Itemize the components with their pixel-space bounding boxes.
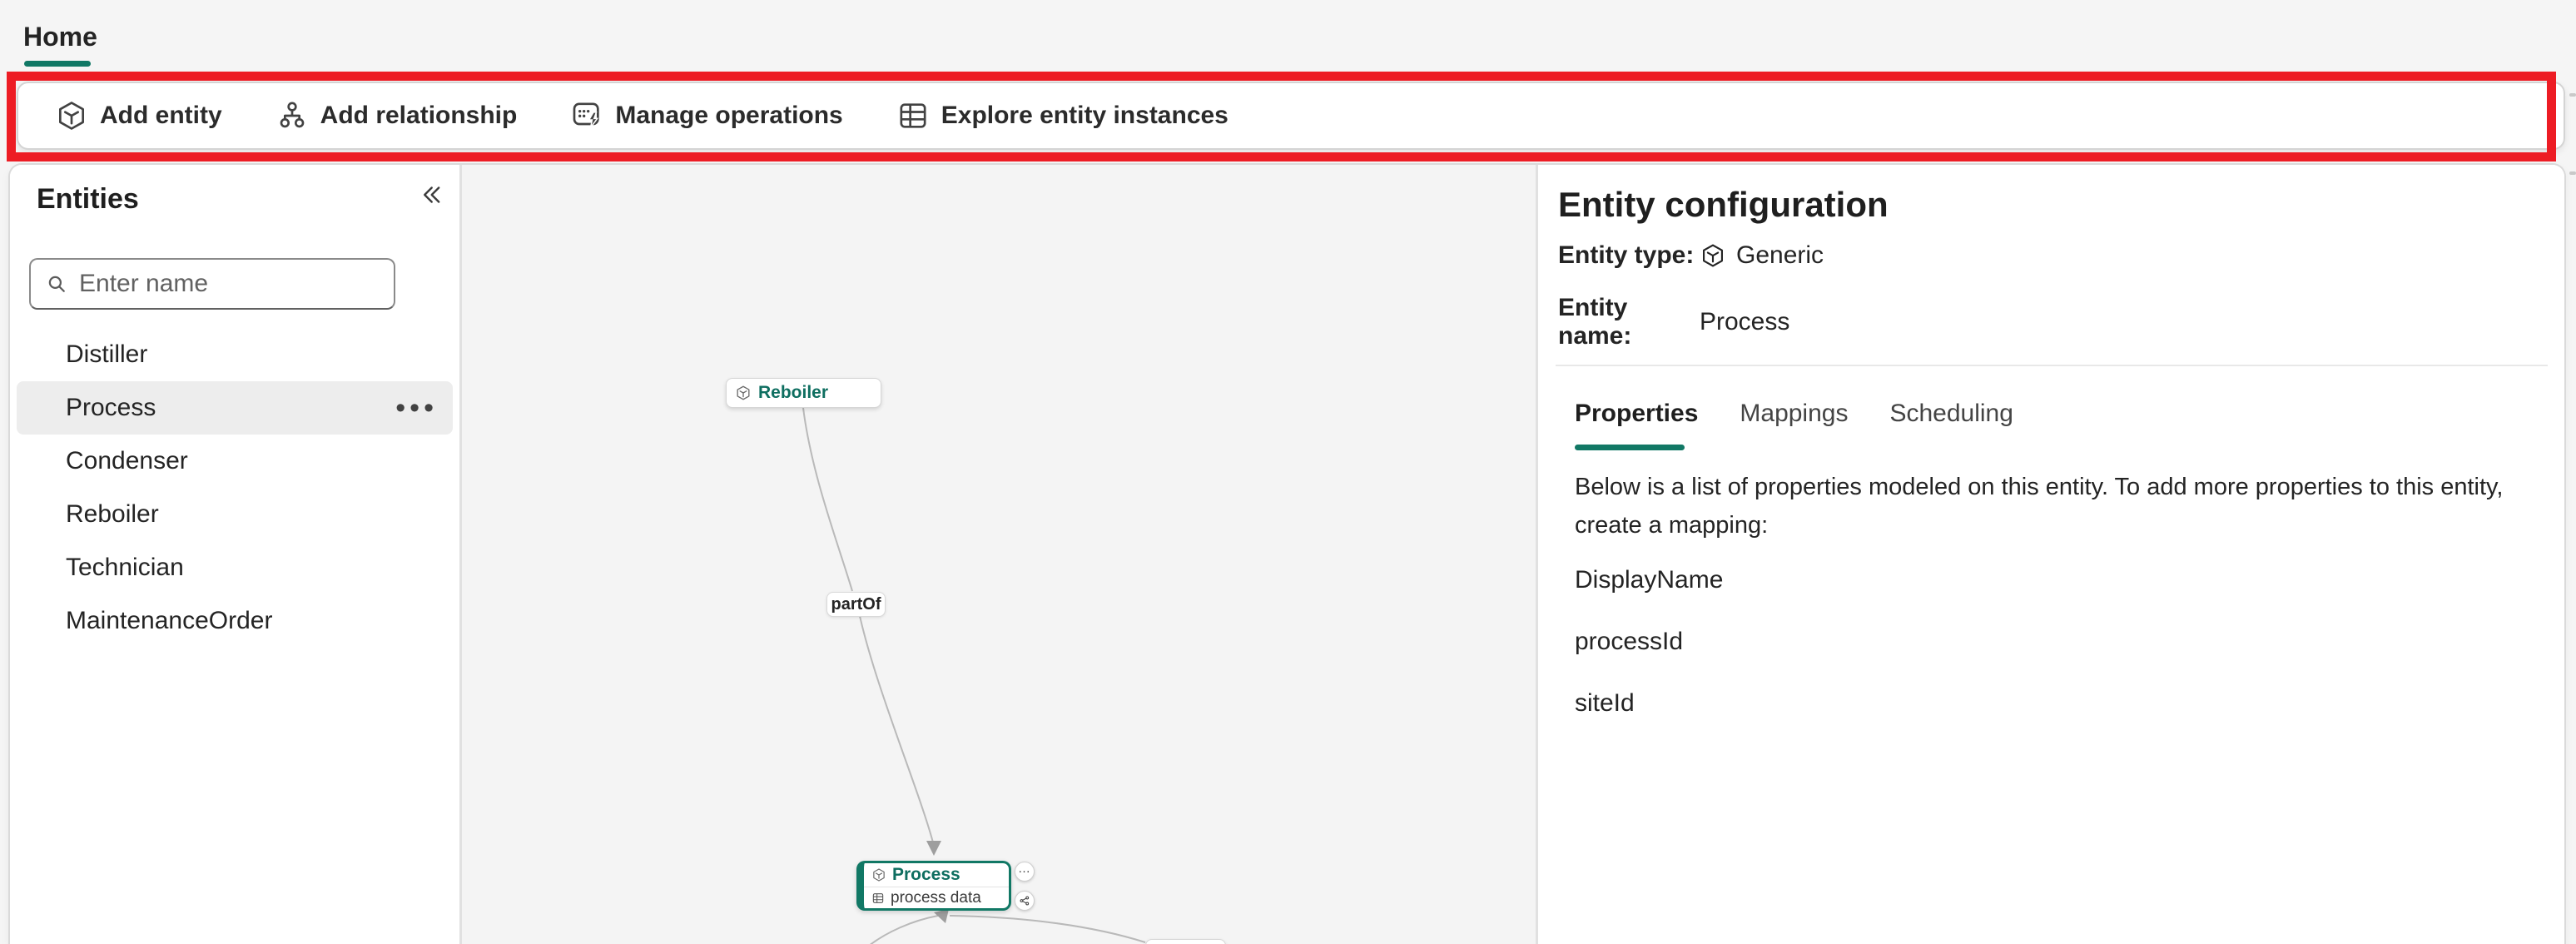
table-icon bbox=[896, 99, 930, 132]
config-section-divider bbox=[1556, 365, 2548, 366]
relationship-label-partof[interactable]: partOf bbox=[826, 592, 886, 617]
entity-search-input[interactable] bbox=[79, 270, 380, 298]
tab-mappings[interactable]: Mappings bbox=[1740, 400, 1848, 428]
explore-entity-instances-button[interactable]: Explore entity instances bbox=[895, 91, 1230, 141]
entity-name-row: Entity name: Process bbox=[1558, 294, 1789, 350]
org-chart-icon bbox=[275, 99, 309, 132]
entity-type-label: Entity type: bbox=[1558, 241, 1700, 270]
node-datasource-label: process data bbox=[891, 889, 981, 907]
graph-node-reboiler[interactable]: Reboiler bbox=[726, 378, 881, 408]
entity-configuration-panel: Entity configuration Entity type: Generi… bbox=[1538, 165, 2566, 944]
property-processid: processId bbox=[1575, 628, 1723, 656]
node-label: Process bbox=[892, 865, 960, 885]
node-more-options-button[interactable]: … bbox=[1015, 862, 1035, 882]
entities-sidebar: Entities Distiller Process ••• Condenser bbox=[10, 165, 459, 944]
entity-item-label: Distiller bbox=[66, 340, 147, 369]
tab-scheduling[interactable]: Scheduling bbox=[1889, 400, 2013, 428]
entity-item-label: MaintenanceOrder bbox=[66, 607, 272, 635]
entity-list-item-reboiler[interactable]: Reboiler bbox=[17, 488, 453, 541]
scrollbar-tick bbox=[2569, 171, 2576, 175]
entity-name-label: Entity name: bbox=[1558, 294, 1700, 350]
cube-icon bbox=[735, 385, 752, 401]
entity-type-text: Generic bbox=[1736, 241, 1824, 270]
share-graph-icon bbox=[1018, 894, 1031, 907]
chevron-double-left-icon bbox=[417, 181, 445, 209]
node-relationships-button[interactable] bbox=[1015, 891, 1035, 911]
main-content-card: Entities Distiller Process ••• Condenser bbox=[8, 163, 2566, 944]
entity-list-item-distiller[interactable]: Distiller bbox=[17, 328, 453, 381]
config-panel-title: Entity configuration bbox=[1558, 185, 1889, 225]
add-entity-button[interactable]: Add entity bbox=[53, 91, 224, 141]
properties-description: Below is a list of properties modeled on… bbox=[1575, 468, 2549, 544]
chat-lightning-icon bbox=[570, 99, 603, 132]
cube-icon bbox=[1700, 242, 1726, 269]
tab-properties-active-indicator bbox=[1575, 445, 1685, 450]
scrollbar-gutter[interactable] bbox=[2568, 80, 2576, 944]
collapse-sidebar-button[interactable] bbox=[411, 175, 451, 215]
graph-node-partial-bottom[interactable] bbox=[1145, 939, 1226, 944]
config-tabs: Properties Mappings Scheduling bbox=[1575, 400, 2013, 428]
ribbon-toolbar: Add entity Add relationship Manage opera… bbox=[17, 82, 2565, 150]
manage-operations-label: Manage operations bbox=[615, 102, 842, 130]
entity-type-value: Generic bbox=[1700, 241, 1824, 270]
property-siteid: siteId bbox=[1575, 689, 1723, 718]
cube-icon bbox=[55, 99, 88, 132]
cube-icon bbox=[871, 867, 886, 882]
scrollbar-tick bbox=[2569, 93, 2576, 97]
entity-item-label: Technician bbox=[66, 554, 184, 582]
entity-name-value: Process bbox=[1700, 308, 1789, 336]
entity-list-item-process[interactable]: Process ••• bbox=[17, 381, 453, 435]
explore-entity-instances-label: Explore entity instances bbox=[941, 102, 1228, 130]
add-relationship-label: Add relationship bbox=[320, 102, 518, 130]
add-relationship-button[interactable]: Add relationship bbox=[274, 91, 519, 141]
graph-node-process-selected[interactable]: Process process data bbox=[856, 861, 1011, 911]
entity-item-label: Condenser bbox=[66, 447, 188, 475]
property-displayname: DisplayName bbox=[1575, 566, 1723, 594]
search-icon bbox=[44, 271, 69, 296]
relationship-edges bbox=[462, 165, 1536, 944]
add-entity-label: Add entity bbox=[100, 102, 222, 130]
entity-item-label: Process bbox=[66, 394, 156, 422]
tab-home[interactable]: Home bbox=[23, 22, 97, 52]
table-grid-icon bbox=[871, 892, 885, 905]
manage-operations-button[interactable]: Manage operations bbox=[568, 91, 844, 141]
entity-graph-canvas[interactable]: Reboiler partOf Process process data … bbox=[462, 165, 1536, 944]
node-label: Reboiler bbox=[758, 383, 828, 403]
tab-properties[interactable]: Properties bbox=[1575, 400, 1698, 428]
properties-list: DisplayName processId siteId bbox=[1575, 566, 1723, 751]
digital-twin-builder-page: Home Add entity Add relationship Manage … bbox=[0, 0, 2576, 944]
process-node-datasource: process data bbox=[864, 887, 1009, 908]
entities-panel-title: Entities bbox=[37, 183, 139, 216]
entity-item-label: Reboiler bbox=[66, 500, 159, 529]
entity-search-box[interactable] bbox=[29, 258, 395, 310]
entity-list-item-maintenanceorder[interactable]: MaintenanceOrder bbox=[17, 594, 453, 648]
entity-list-item-technician[interactable]: Technician bbox=[17, 541, 453, 594]
entity-list: Distiller Process ••• Condenser Reboiler… bbox=[10, 328, 459, 648]
entity-type-row: Entity type: Generic bbox=[1558, 241, 1824, 270]
entity-list-item-condenser[interactable]: Condenser bbox=[17, 435, 453, 488]
process-node-header: Process bbox=[864, 863, 1009, 887]
tab-home-active-indicator bbox=[24, 61, 91, 67]
